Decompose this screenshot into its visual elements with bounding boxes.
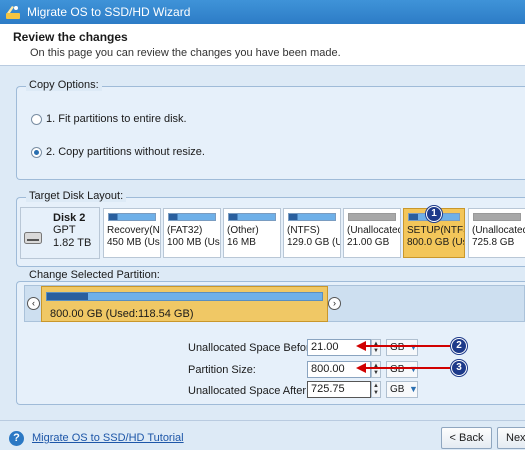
partition-other[interactable]: (Other) 16 MB	[223, 208, 281, 258]
page-title: Review the changes	[13, 30, 128, 44]
partition-name: SETUP(NTFS	[407, 225, 465, 236]
wizard-header: Review the changes On this page you can …	[0, 24, 525, 66]
annotation-arrow-line-3	[364, 367, 450, 369]
partition-size-spinner[interactable]: ▲ ▼	[371, 361, 381, 378]
partition-size-label: Partition Size:	[188, 364, 256, 376]
partition-size: 129.0 GB (U	[287, 237, 341, 248]
callout-1-badge: 1	[426, 206, 442, 222]
chevron-down-icon: ▼	[409, 364, 418, 374]
unit-label: GB	[390, 384, 405, 395]
title-bar: Migrate OS to SSD/HD Wizard	[0, 0, 525, 24]
partition-size: 450 MB (Use	[107, 237, 161, 248]
partition-name: (Unallocated	[472, 225, 525, 236]
copy-options-group	[16, 86, 525, 180]
partition-size: 21.00 GB	[347, 237, 390, 248]
partition-name: (Unallocated	[347, 225, 401, 236]
partition-used-fill	[47, 293, 88, 300]
chevron-down-icon: ▼	[409, 342, 418, 352]
copy-options-legend: Copy Options:	[26, 79, 102, 91]
page-subtitle: On this page you can review the changes …	[30, 47, 341, 59]
back-button[interactable]: < Back	[441, 427, 492, 449]
scroll-right-button[interactable]: ›	[328, 297, 341, 310]
partition-usage-bar	[348, 213, 396, 221]
partition-usage-bar	[473, 213, 521, 221]
partition-usage-bar	[288, 213, 336, 221]
partition-fat32[interactable]: (FAT32) 100 MB (Use	[163, 208, 221, 258]
chevron-down-icon: ▼	[409, 384, 418, 394]
partition-name: (FAT32)	[167, 225, 203, 236]
tutorial-link[interactable]: Migrate OS to SSD/HD Tutorial	[32, 432, 184, 444]
hard-disk-icon	[24, 232, 42, 244]
callout-2-badge: 2	[451, 338, 467, 354]
partition-size: 800.0 GB (Us	[407, 237, 465, 248]
disk-name: Disk 2	[53, 212, 86, 224]
unallocated-after-input[interactable]: 725.75	[307, 381, 371, 398]
partition-size-unit-select[interactable]: GB ▼	[386, 361, 418, 378]
target-disk-legend: Target Disk Layout:	[26, 190, 127, 202]
disk-style: GPT	[53, 224, 76, 236]
partition-summary: 800.00 GB (Used:118.54 GB)	[50, 308, 194, 320]
radio-fit-partitions[interactable]	[31, 114, 42, 125]
partition-resize-block[interactable]: 800.00 GB (Used:118.54 GB)	[41, 286, 328, 322]
change-partition-legend: Change Selected Partition:	[26, 269, 163, 281]
partition-name: (NTFS)	[287, 225, 320, 236]
partition-recovery[interactable]: Recovery(NT 450 MB (Use	[103, 208, 161, 258]
callout-3-badge: 3	[451, 360, 467, 376]
unallocated-before-label: Unallocated Space Before:	[188, 342, 319, 354]
unit-label: GB	[390, 364, 405, 375]
partition-usage-bar	[228, 213, 276, 221]
unallocated-before-spinner[interactable]: ▲ ▼	[371, 339, 381, 356]
next-button[interactable]: Next	[497, 427, 525, 449]
help-icon[interactable]: ?	[9, 431, 24, 446]
unit-label: GB	[390, 342, 405, 353]
window-title: Migrate OS to SSD/HD Wizard	[27, 5, 191, 19]
footer-divider	[0, 420, 525, 421]
option-fit-label[interactable]: 1. Fit partitions to entire disk.	[46, 113, 187, 125]
partition-size: 100 MB (Use	[167, 237, 221, 248]
partition-size: 725.8 GB	[472, 237, 515, 248]
option-copy-label[interactable]: 2. Copy partitions without resize.	[46, 146, 205, 158]
unallocated-before-unit-select[interactable]: GB ▼	[386, 339, 418, 356]
partition-usage-bar	[108, 213, 156, 221]
partition-name: (Other)	[227, 225, 259, 236]
partition-size: 16 MB	[227, 237, 256, 248]
partition-usage-bar	[168, 213, 216, 221]
annotation-arrow-line-2	[364, 345, 450, 347]
unallocated-after-unit-select[interactable]: GB ▼	[386, 381, 418, 398]
wizard-app-icon	[6, 6, 20, 19]
scroll-left-button[interactable]: ‹	[27, 297, 40, 310]
partition-ntfs[interactable]: (NTFS) 129.0 GB (U	[283, 208, 341, 258]
partition-usage-bar	[46, 292, 323, 301]
disk-info[interactable]: Disk 2 GPT 1.82 TB	[20, 207, 100, 259]
radio-copy-without-resize[interactable]	[31, 147, 42, 158]
partition-name: Recovery(NT	[107, 225, 161, 236]
unallocated-after-label: Unallocated Space After:	[188, 385, 310, 397]
partition-unallocated-before[interactable]: (Unallocated 21.00 GB	[343, 208, 401, 258]
partition-unallocated-after[interactable]: (Unallocated 725.8 GB	[468, 208, 525, 258]
unallocated-after-spinner[interactable]: ▲ ▼	[371, 381, 381, 398]
disk-size: 1.82 TB	[53, 237, 92, 249]
